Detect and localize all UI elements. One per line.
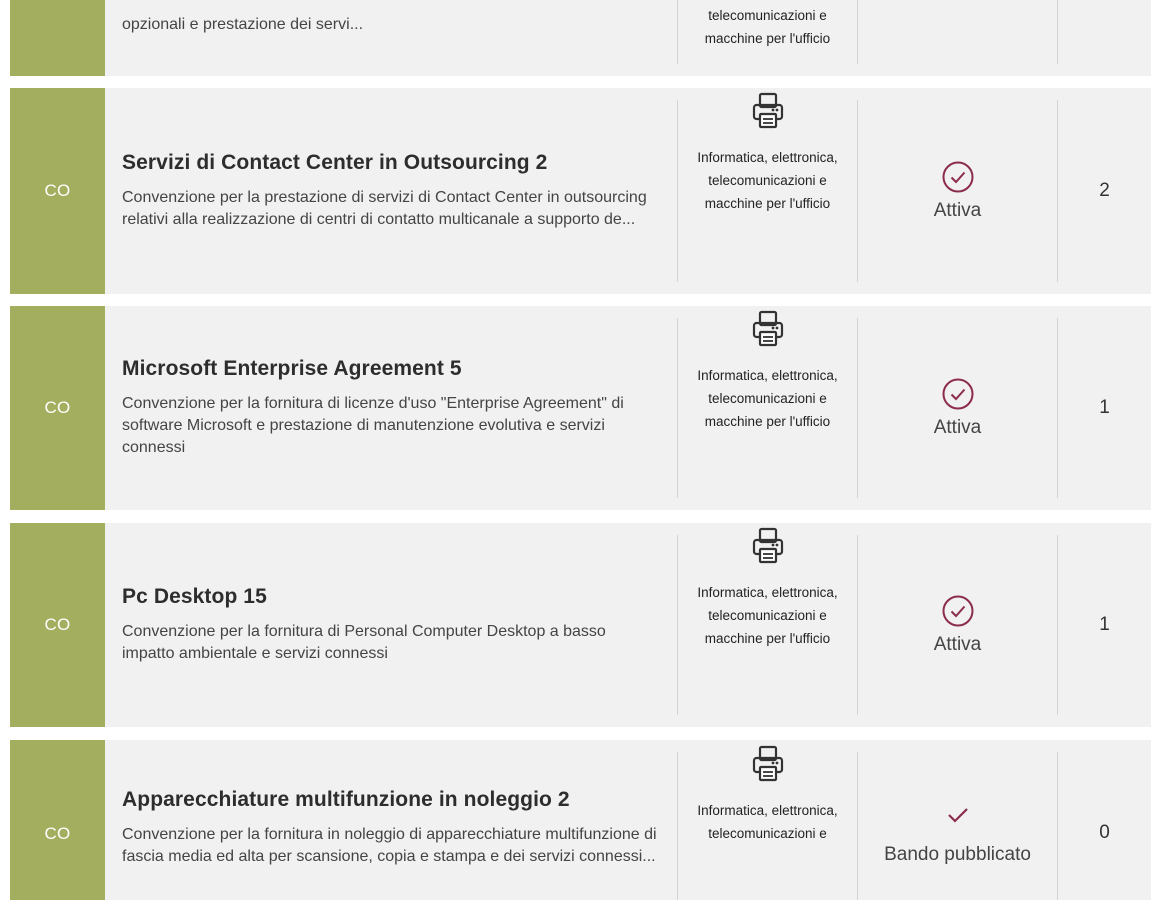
status-cell: Bando pubblicato	[858, 740, 1057, 900]
printer-icon	[752, 527, 783, 564]
category-label: Informatica, elettronica, telecomunicazi…	[697, 150, 838, 211]
status-label: Attiva	[933, 417, 982, 438]
convention-info: Apparecchiature multifunzione in noleggi…	[122, 740, 662, 900]
convention-row[interactable]: CO Servizi di Contact Center in Outsourc…	[10, 88, 1151, 294]
convention-row[interactable]: opzionali e prestazione dei servi... tel…	[10, 0, 1151, 76]
category-cell: Informatica, elettronica, telecomunicazi…	[678, 527, 857, 650]
category-label: telecomunicazioni e macchine per l'uffic…	[704, 8, 831, 46]
status-cell	[858, 0, 1057, 76]
convention-title[interactable]: Microsoft Enterprise Agreement 5	[122, 357, 662, 381]
convention-title[interactable]: Servizi di Contact Center in Outsourcing…	[122, 151, 662, 175]
convention-row[interactable]: CO Apparecchiature multifunzione in nole…	[10, 740, 1151, 900]
convention-description: opzionali e prestazione dei servi...	[122, 16, 364, 33]
convention-info: Microsoft Enterprise Agreement 5 Convenz…	[122, 306, 662, 510]
check-circle-icon	[942, 161, 973, 193]
printer-icon	[752, 745, 783, 782]
convention-row[interactable]: CO Pc Desktop 15 Convenzione per la forn…	[10, 523, 1151, 727]
convention-title[interactable]: Apparecchiature multifunzione in noleggi…	[122, 788, 662, 812]
printer-icon	[752, 310, 783, 347]
convention-info: opzionali e prestazione dei servi...	[122, 0, 662, 76]
category-label: Informatica, elettronica, telecomunicazi…	[697, 803, 838, 841]
convention-description: Convenzione per la fornitura di licenze …	[122, 395, 624, 456]
status-cell: Attiva	[858, 88, 1057, 294]
convention-description: Convenzione per la prestazione di serviz…	[122, 189, 647, 228]
status-label: Bando pubblicato	[884, 844, 1031, 865]
count-cell: 2	[1099, 180, 1110, 201]
category-cell: Informatica, elettronica, telecomunicazi…	[678, 92, 857, 215]
count-cell: 1	[1099, 614, 1110, 635]
category-cell: Informatica, elettronica, telecomunicazi…	[678, 310, 857, 433]
status-label: Attiva	[933, 634, 982, 655]
count-cell	[1058, 0, 1151, 76]
category-cell: Informatica, elettronica, telecomunicazi…	[678, 745, 857, 845]
check-circle-icon	[942, 378, 973, 410]
category-cell: telecomunicazioni e macchine per l'uffic…	[678, 4, 857, 50]
convention-title[interactable]: Pc Desktop 15	[122, 585, 662, 609]
type-badge-label: CO	[44, 824, 71, 843]
convention-info: Servizi di Contact Center in Outsourcing…	[122, 88, 662, 294]
printer-icon	[752, 92, 783, 129]
type-badge: CO	[10, 523, 105, 727]
type-badge: CO	[10, 88, 105, 294]
type-badge: CO	[10, 306, 105, 510]
count-cell: 1	[1099, 397, 1110, 418]
count-cell: 0	[1099, 822, 1110, 843]
status-label: Attiva	[933, 200, 982, 221]
convention-description: Convenzione per la fornitura di Personal…	[122, 623, 606, 662]
category-label: Informatica, elettronica, telecomunicazi…	[697, 368, 838, 429]
status-cell: Attiva	[858, 306, 1057, 510]
type-badge	[10, 0, 105, 76]
type-badge: CO	[10, 740, 105, 900]
convention-row[interactable]: CO Microsoft Enterprise Agreement 5 Conv…	[10, 306, 1151, 510]
check-circle-icon	[942, 595, 973, 627]
convention-info: Pc Desktop 15 Convenzione per la fornitu…	[122, 523, 662, 727]
category-label: Informatica, elettronica, telecomunicazi…	[697, 585, 838, 646]
check-icon	[947, 808, 968, 823]
status-cell: Attiva	[858, 523, 1057, 727]
convention-description: Convenzione per la fornitura in noleggio…	[122, 826, 657, 865]
